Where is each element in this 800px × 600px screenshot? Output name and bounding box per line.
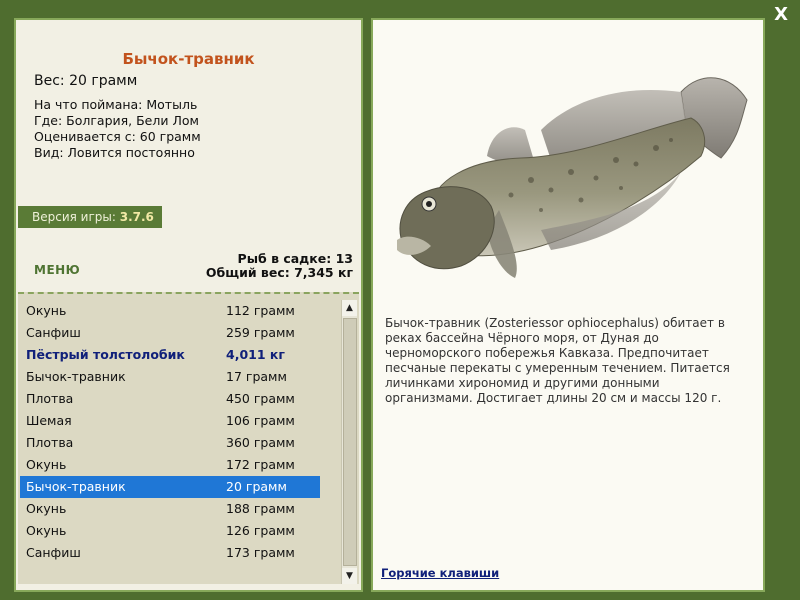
fish-list-weight: 450 грамм <box>226 391 295 406</box>
fish-list-row[interactable]: Плотва 360 грамм <box>20 432 320 454</box>
fish-list-name: Окунь <box>26 303 67 318</box>
fish-list-name: Бычок-травник <box>26 479 126 494</box>
scroll-down-icon[interactable]: ▼ <box>342 568 357 584</box>
fish-picture <box>397 77 748 278</box>
net-stats: Рыб в садке: 13 Общий вес: 7,345 кг <box>206 252 353 280</box>
fish-list-row[interactable]: Окунь 126 грамм <box>20 520 320 542</box>
fish-weight: Вес: 20 грамм <box>34 73 138 89</box>
fish-list-row[interactable]: Окунь 112 грамм <box>20 300 320 322</box>
net-count: Рыб в садке: 13 <box>237 251 353 266</box>
fish-list-row[interactable]: Окунь 188 грамм <box>20 498 320 520</box>
fish-list-name: Окунь <box>26 457 67 472</box>
version-badge: Версия игры: 3.7.6 <box>18 206 162 228</box>
fish-list-name: Санфиш <box>26 545 81 560</box>
fish-list-name: Шемая <box>26 413 72 428</box>
fish-list-weight: 17 грамм <box>226 369 287 384</box>
fish-list: Окунь 112 грамм Санфиш 259 грамм Пёстрый тол… <box>20 300 320 564</box>
fish-list-row[interactable]: Окунь 172 грамм <box>20 454 320 476</box>
fish-list-name: Плотва <box>26 435 74 450</box>
fish-list-row[interactable]: Санфиш 259 грамм <box>20 322 320 344</box>
fish-list-name: Бычок-травник <box>26 369 126 384</box>
bait-info: На что поймана: Мотыль <box>34 97 198 112</box>
fish-list-row[interactable]: Плотва 450 грамм <box>20 388 320 410</box>
kind-info: Вид: Ловится постоянно <box>34 145 195 160</box>
net-total-weight: Общий вес: 7,345 кг <box>205 265 353 280</box>
scroll-thumb[interactable] <box>343 318 357 566</box>
fish-detail-panel: Бычок-травник (Zosteriessor ophiocephalu… <box>371 18 765 592</box>
version-value: 3.7.6 <box>119 210 154 224</box>
fish-list-row[interactable]: Бычок-травник 20 грамм <box>20 476 320 498</box>
fish-list-name: Окунь <box>26 501 67 516</box>
scroll-up-icon[interactable]: ▲ <box>342 300 357 316</box>
fish-list-weight: 126 грамм <box>226 523 295 538</box>
close-button[interactable]: X <box>774 6 788 24</box>
hotkeys-link[interactable]: Горячие клавиши <box>381 566 499 580</box>
place-info: Где: Болгария, Бели Лом <box>34 113 199 128</box>
fish-list-row[interactable]: Бычок-травник 17 грамм <box>20 366 320 388</box>
valued-info: Оценивается с: 60 грамм <box>34 129 201 144</box>
fish-list-weight: 188 грамм <box>226 501 295 516</box>
fish-list-weight: 106 грамм <box>226 413 295 428</box>
fish-list-row[interactable]: Пёстрый толстолобик 4,011 кг <box>20 344 320 366</box>
fish-title: Бычок-травник <box>122 50 255 68</box>
fish-list-name: Окунь <box>26 523 67 538</box>
scrollbar[interactable]: ▲ ▼ <box>341 300 357 584</box>
fish-list-weight: 360 грамм <box>226 435 295 450</box>
version-label: Версия игры: <box>32 210 116 224</box>
fish-list-weight: 20 грамм <box>226 479 287 494</box>
catch-panel: Бычок-травник Вес: 20 грамм На что пойма… <box>14 18 363 592</box>
fish-list-weight: 4,011 кг <box>226 347 285 362</box>
fish-list-name: Пёстрый толстолобик <box>26 347 185 362</box>
fish-list-row[interactable]: Шемая 106 грамм <box>20 410 320 432</box>
fish-list-weight: 173 грамм <box>226 545 295 560</box>
fish-description: Бычок-травник (Zosteriessor ophiocephalu… <box>385 316 730 405</box>
fish-list-name: Санфиш <box>26 325 81 340</box>
fish-list-row[interactable]: Санфиш 173 грамм <box>20 542 320 564</box>
fish-list-weight: 172 грамм <box>226 457 295 472</box>
fish-list-name: Плотва <box>26 391 74 406</box>
menu-button[interactable]: МЕНЮ <box>34 263 80 277</box>
fish-list-weight: 112 грамм <box>226 303 295 318</box>
fish-list-area: Окунь 112 грамм Санфиш 259 грамм Пёстрый тол… <box>18 292 359 584</box>
fish-list-weight: 259 грамм <box>226 325 295 340</box>
